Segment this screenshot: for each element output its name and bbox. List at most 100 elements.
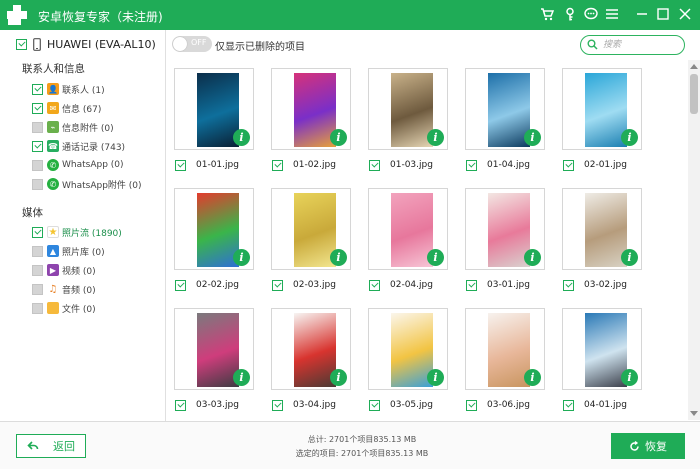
cart-icon[interactable]: [538, 5, 556, 23]
info-icon[interactable]: i: [233, 369, 250, 386]
sidebar-item-photo-library[interactable]: ▲ 照片库 (0): [32, 243, 105, 259]
photo-filename-row[interactable]: 03-03.jpg: [175, 399, 239, 411]
photo-checkbox[interactable]: [466, 159, 477, 171]
photo-thumbnail[interactable]: i: [562, 308, 642, 390]
sidebar-item-call-log[interactable]: ☎ 通话记录 (743): [32, 138, 125, 154]
sidebar-item-photo-stream[interactable]: ★ 照片流 (1890): [32, 224, 122, 240]
photo-thumbnail[interactable]: i: [174, 68, 254, 150]
info-icon[interactable]: i: [621, 369, 638, 386]
scroll-down-arrow-icon[interactable]: [690, 411, 698, 416]
photo-checkbox[interactable]: [175, 399, 186, 411]
search-box[interactable]: [580, 35, 685, 55]
device-row[interactable]: HUAWEI (EVA-AL10): [16, 36, 156, 52]
info-icon[interactable]: i: [427, 249, 444, 266]
photo-thumbnail[interactable]: i: [271, 68, 351, 150]
sidebar-item-files[interactable]: 文件 (0): [32, 300, 96, 316]
photo-thumbnail[interactable]: i: [368, 68, 448, 150]
key-icon[interactable]: [561, 5, 579, 23]
photo-thumbnail[interactable]: i: [465, 308, 545, 390]
photo-checkbox[interactable]: [272, 279, 283, 291]
photo-thumbnail[interactable]: i: [465, 68, 545, 150]
photo-filename-row[interactable]: 02-02.jpg: [175, 279, 239, 291]
info-icon[interactable]: i: [330, 369, 347, 386]
info-icon[interactable]: i: [330, 129, 347, 146]
info-icon[interactable]: i: [524, 249, 541, 266]
info-icon[interactable]: i: [427, 129, 444, 146]
sidebar-item-whatsapp[interactable]: ✆ WhatsApp (0): [32, 157, 124, 173]
photo-checkbox[interactable]: [369, 399, 380, 411]
photo-library-checkbox[interactable]: [32, 245, 43, 257]
device-checkbox[interactable]: [16, 38, 27, 50]
photo-filename-row[interactable]: 01-01.jpg: [175, 159, 239, 171]
photo-thumbnail[interactable]: i: [368, 188, 448, 270]
photo-filename-row[interactable]: 01-04.jpg: [466, 159, 530, 171]
photo-checkbox[interactable]: [466, 279, 477, 291]
photo-filename-row[interactable]: 03-05.jpg: [369, 399, 433, 411]
photo-filename-row[interactable]: 04-01.jpg: [563, 399, 627, 411]
photo-checkbox[interactable]: [466, 399, 477, 411]
audio-checkbox[interactable]: [32, 283, 43, 295]
menu-icon[interactable]: [603, 5, 621, 23]
deleted-only-toggle[interactable]: OFF: [172, 36, 212, 52]
photo-filename-row[interactable]: 02-03.jpg: [272, 279, 336, 291]
messages-checkbox[interactable]: [32, 102, 43, 114]
message-attachments-checkbox[interactable]: [32, 121, 43, 133]
sidebar-item-video[interactable]: ▶ 视频 (0): [32, 262, 96, 278]
maximize-icon[interactable]: [654, 5, 672, 23]
photo-filename-row[interactable]: 02-01.jpg: [563, 159, 627, 171]
photo-thumbnail[interactable]: i: [271, 308, 351, 390]
files-checkbox[interactable]: [32, 302, 43, 314]
video-checkbox[interactable]: [32, 264, 43, 276]
sidebar-item-contacts[interactable]: 👤 联系人 (1): [32, 81, 105, 97]
sidebar-item-whatsapp-attachments[interactable]: ✆ WhatsApp附件 (0): [32, 176, 142, 192]
photo-filename-row[interactable]: 03-01.jpg: [466, 279, 530, 291]
scroll-thumb[interactable]: [690, 74, 698, 114]
restore-button[interactable]: 恢复: [611, 433, 685, 459]
contacts-checkbox[interactable]: [32, 83, 43, 95]
close-icon[interactable]: [676, 5, 694, 23]
photo-checkbox[interactable]: [563, 279, 574, 291]
info-icon[interactable]: i: [524, 369, 541, 386]
photo-filename-row[interactable]: 03-06.jpg: [466, 399, 530, 411]
sidebar-item-messages[interactable]: ✉ 信息 (67): [32, 100, 101, 116]
photo-checkbox[interactable]: [369, 279, 380, 291]
sidebar-item-audio[interactable]: ♫ 音频 (0): [32, 281, 96, 297]
info-icon[interactable]: i: [621, 249, 638, 266]
photo-thumbnail[interactable]: i: [465, 188, 545, 270]
info-icon[interactable]: i: [621, 129, 638, 146]
photo-thumbnail[interactable]: i: [368, 308, 448, 390]
photo-checkbox[interactable]: [563, 399, 574, 411]
minimize-icon[interactable]: [633, 5, 651, 23]
photo-thumbnail[interactable]: i: [174, 308, 254, 390]
photo-thumbnail[interactable]: i: [174, 188, 254, 270]
photo-filename-row[interactable]: 03-02.jpg: [563, 279, 627, 291]
info-icon[interactable]: i: [330, 249, 347, 266]
photo-checkbox[interactable]: [563, 159, 574, 171]
gallery-scrollbar[interactable]: [688, 60, 700, 420]
whatsapp-checkbox[interactable]: [32, 159, 43, 171]
sidebar-item-message-attachments[interactable]: ⌁ 信息附件 (0): [32, 119, 114, 135]
photo-checkbox[interactable]: [272, 159, 283, 171]
info-icon[interactable]: i: [233, 129, 250, 146]
photo-checkbox[interactable]: [175, 159, 186, 171]
photo-thumbnail[interactable]: i: [271, 188, 351, 270]
search-input[interactable]: [603, 38, 678, 51]
scroll-up-arrow-icon[interactable]: [690, 64, 698, 69]
photo-stream-checkbox[interactable]: [32, 226, 43, 238]
info-icon[interactable]: i: [233, 249, 250, 266]
photo-thumbnail[interactable]: i: [562, 188, 642, 270]
photo-checkbox[interactable]: [369, 159, 380, 171]
back-button[interactable]: 返回: [16, 434, 86, 458]
photo-checkbox[interactable]: [272, 399, 283, 411]
photo-checkbox[interactable]: [175, 279, 186, 291]
chat-icon[interactable]: [582, 5, 600, 23]
call-log-checkbox[interactable]: [32, 140, 43, 152]
whatsapp-attachments-checkbox[interactable]: [32, 178, 43, 190]
photo-filename-row[interactable]: 02-04.jpg: [369, 279, 433, 291]
photo-thumbnail[interactable]: i: [562, 68, 642, 150]
photo-filename-row[interactable]: 01-02.jpg: [272, 159, 336, 171]
info-icon[interactable]: i: [524, 129, 541, 146]
photo-filename-row[interactable]: 03-04.jpg: [272, 399, 336, 411]
info-icon[interactable]: i: [427, 369, 444, 386]
photo-filename-row[interactable]: 01-03.jpg: [369, 159, 433, 171]
